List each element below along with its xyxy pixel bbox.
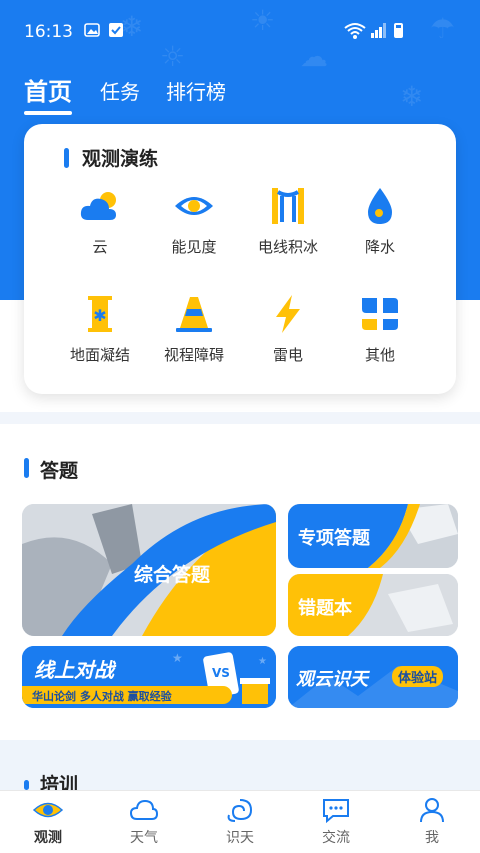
battery-icon <box>394 23 403 38</box>
signal-icon <box>371 23 386 38</box>
status-time: 16:13 <box>24 22 73 42</box>
mistakes-label: 错题本 <box>298 598 352 619</box>
top-tabs: 首页 任务 排行榜 <box>0 70 480 115</box>
drop-icon <box>368 188 392 224</box>
cone-icon <box>176 297 212 332</box>
battle-subtitle-bar: 华山论剑 多人对战 赢取经验 <box>22 686 232 704</box>
nav-label: 交流 <box>322 830 350 846</box>
cloud-identify-title: 观云识天 <box>296 669 368 690</box>
comprehensive-quiz-tile[interactable]: 综合答题 <box>22 504 276 636</box>
nav-label: 我 <box>425 830 439 846</box>
svg-text:★: ★ <box>172 651 183 665</box>
wifi-icon <box>344 23 366 39</box>
swirl-icon <box>227 799 253 822</box>
nav-label: 天气 <box>130 830 158 846</box>
observe-item-other[interactable]: 其他 <box>330 294 430 384</box>
wire-ice-icon <box>272 188 304 224</box>
section-divider <box>0 412 480 424</box>
observation-title: 观测演练 <box>82 148 159 170</box>
observe-item-cloud[interactable]: 云 <box>50 186 150 276</box>
person-icon <box>420 798 444 823</box>
svg-text:★: ★ <box>258 656 267 667</box>
observe-item-label: 雷电 <box>272 346 303 364</box>
trial-badge: 体验站 <box>392 666 444 687</box>
cloud-sun-icon <box>80 192 116 220</box>
nav-me[interactable]: 我 <box>392 797 472 847</box>
nav-community[interactable]: 交流 <box>296 797 376 847</box>
tab-tasks[interactable]: 任务 <box>100 76 140 105</box>
lightning-icon <box>276 295 300 333</box>
section-bar <box>64 148 69 168</box>
special-quiz-label: 专项答题 <box>298 528 370 549</box>
observe-item-frost[interactable]: ✱ 地面凝结 <box>50 294 150 384</box>
chat-icon <box>323 799 349 823</box>
observe-item-wire-ice[interactable]: 电线积冰 <box>238 186 338 276</box>
section-bar <box>24 780 29 790</box>
observe-item-label: 降水 <box>364 238 395 256</box>
battle-title: 线上对战 <box>34 658 114 682</box>
observe-item-label: 地面凝结 <box>69 346 130 364</box>
cloud-icon <box>129 799 159 820</box>
bottom-navigation: 观测 天气 识天 交流 我 <box>0 790 480 853</box>
observe-item-label: 视程障碍 <box>163 346 224 364</box>
cloud-identify-banner[interactable]: 观云识天 体验站 <box>288 646 458 708</box>
observe-item-label: 能见度 <box>171 238 217 256</box>
observe-item-visibility[interactable]: 能见度 <box>144 186 244 276</box>
observe-item-precipitation[interactable]: 降水 <box>330 186 430 276</box>
nav-weather[interactable]: 天气 <box>104 797 184 847</box>
eye-icon <box>33 802 63 818</box>
special-quiz-tile[interactable]: 专项答题 <box>288 504 458 568</box>
status-bar: 16:13 <box>0 0 480 60</box>
observe-item-label: 电线积冰 <box>257 238 318 256</box>
observe-item-label: 其他 <box>364 346 395 364</box>
svg-text:✱: ✱ <box>93 306 106 325</box>
vs-badge: VS <box>212 666 230 680</box>
observation-card: 观测演练 云 能见度 电线积冰 降水 ✱ 地面凝结 视程障碍 雷电 其他 <box>24 124 456 394</box>
nav-label: 识天 <box>226 830 254 846</box>
nav-label: 观测 <box>34 830 62 846</box>
nav-identify[interactable]: 识天 <box>200 797 280 847</box>
observe-item-label: 云 <box>92 238 108 256</box>
mistakes-tile[interactable]: 错题本 <box>288 574 458 636</box>
eye-icon <box>175 197 213 215</box>
tab-home[interactable]: 首页 <box>24 72 72 115</box>
observe-item-lightning[interactable]: 雷电 <box>238 294 338 384</box>
tab-ranking[interactable]: 排行榜 <box>166 76 226 105</box>
nav-observe[interactable]: 观测 <box>8 797 88 847</box>
checkbox-icon <box>109 23 123 37</box>
frost-icon: ✱ <box>88 296 112 332</box>
image-icon <box>84 23 100 37</box>
observe-item-obstruction[interactable]: 视程障碍 <box>144 294 244 384</box>
online-battle-banner[interactable]: ★ ★ 线上对战 VS 华山论剑 多人对战 赢取经验 <box>22 646 276 708</box>
comprehensive-quiz-label: 综合答题 <box>134 564 211 586</box>
battle-subtitle: 华山论剑 多人对战 赢取经验 <box>32 690 172 703</box>
section-bar <box>24 458 29 478</box>
more-icon <box>362 298 398 330</box>
quiz-title: 答题 <box>40 460 79 482</box>
